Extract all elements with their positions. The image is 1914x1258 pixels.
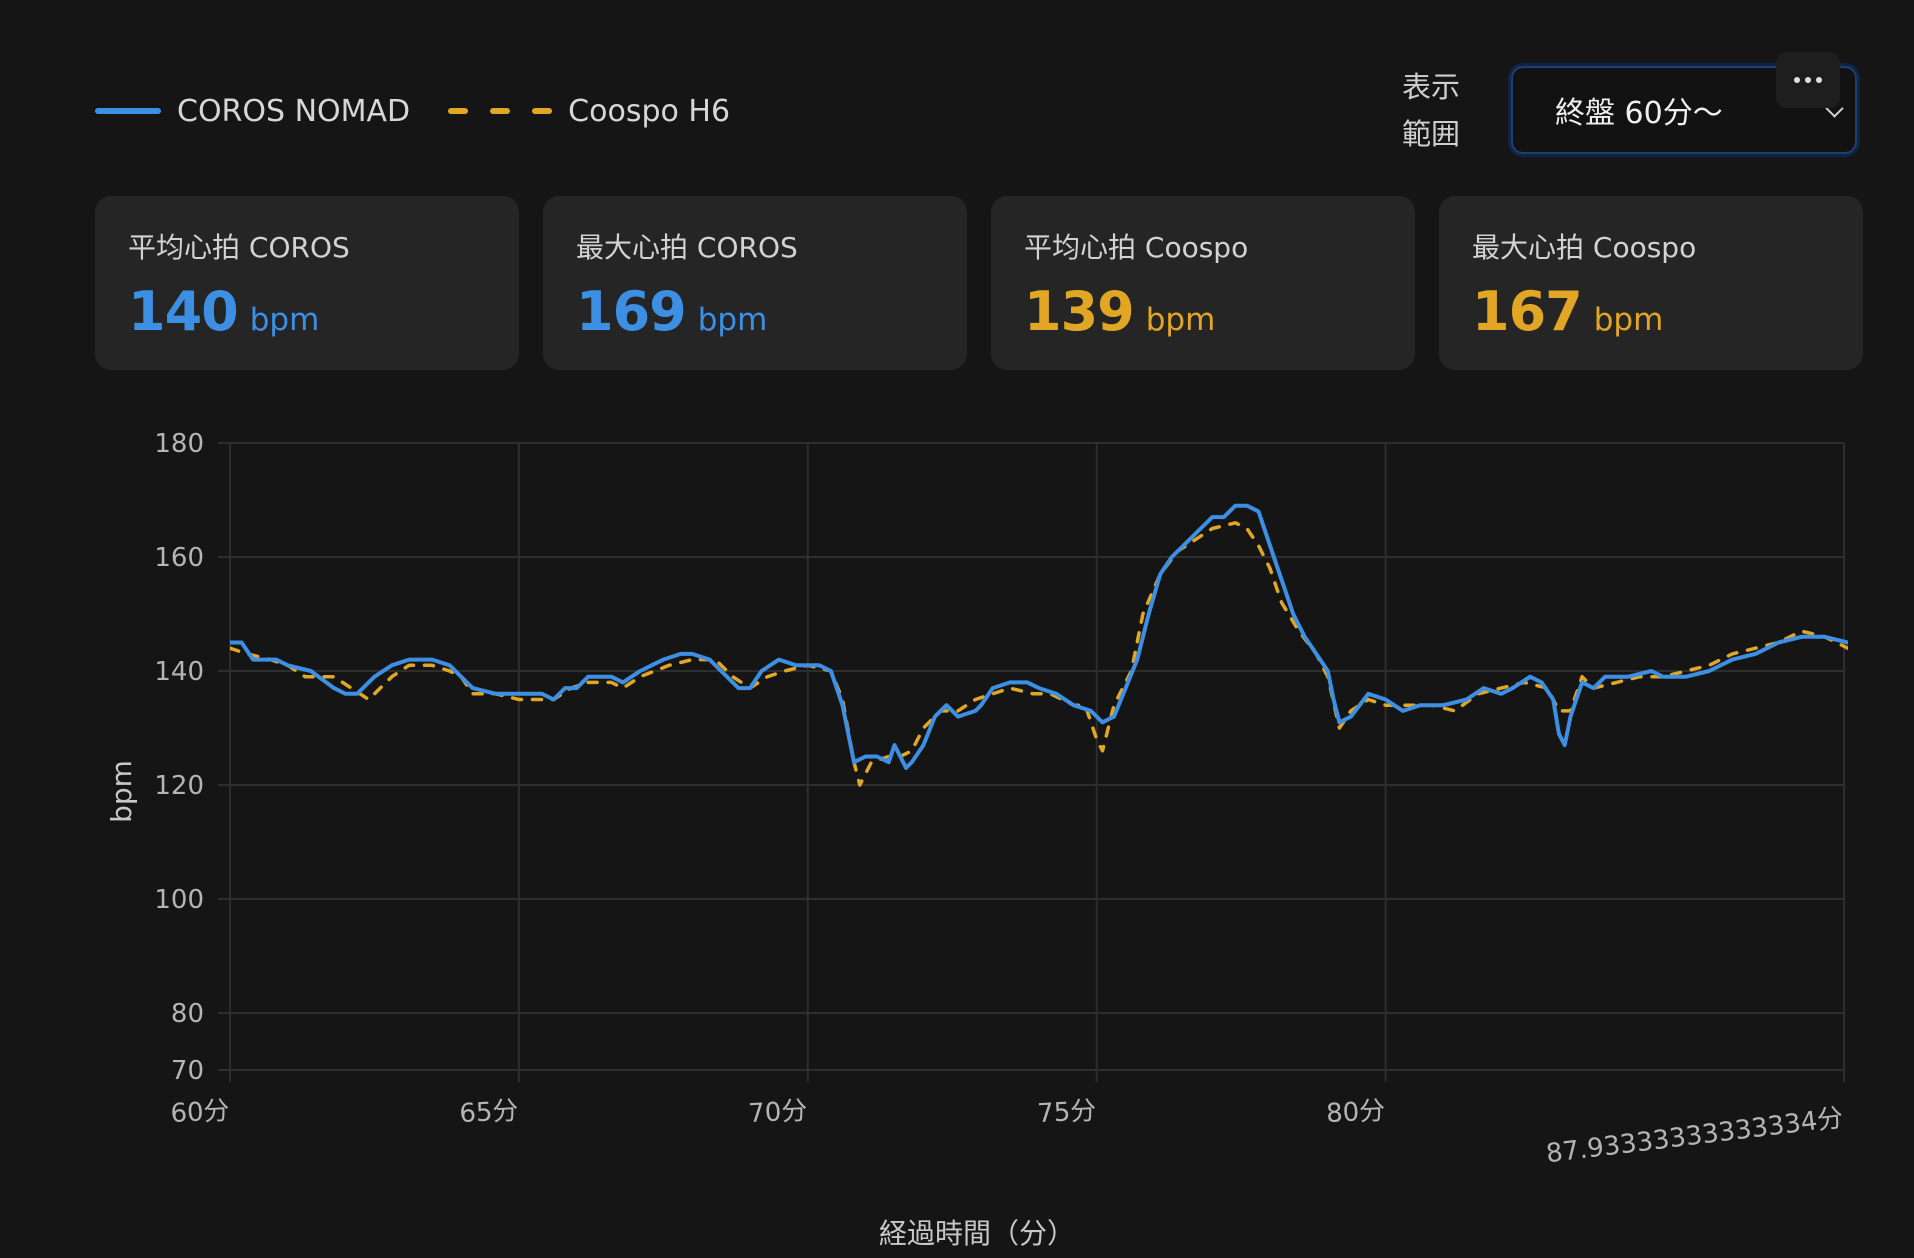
y-tick-label: 120 [154, 771, 204, 801]
series-line-coros [230, 503, 1848, 770]
y-tick-label: 180 [154, 429, 204, 459]
x-tick-label: 70分 [748, 1096, 809, 1129]
x-tick-label: 65分 [459, 1096, 520, 1129]
x-tick-label: 75分 [1036, 1096, 1097, 1129]
x-tick-label: 87.93333333333334分 [1544, 1103, 1844, 1169]
y-tick-label: 160 [154, 543, 204, 573]
y-tick-label: 70 [171, 1056, 204, 1086]
y-tick-label: 100 [154, 885, 204, 915]
y-axis-title: bpm [105, 760, 138, 823]
y-tick-label: 140 [154, 657, 204, 687]
x-tick-label: 80分 [1325, 1096, 1386, 1129]
heart-rate-chart: 70 80 100 120 140 160 180 60分 65分 70分 75分 80分 87.933… [105, 429, 1848, 1250]
x-tick-label: 60分 [170, 1096, 231, 1129]
y-tick-label: 80 [171, 999, 204, 1029]
x-axis-title: 経過時間（分） [879, 1217, 1075, 1250]
